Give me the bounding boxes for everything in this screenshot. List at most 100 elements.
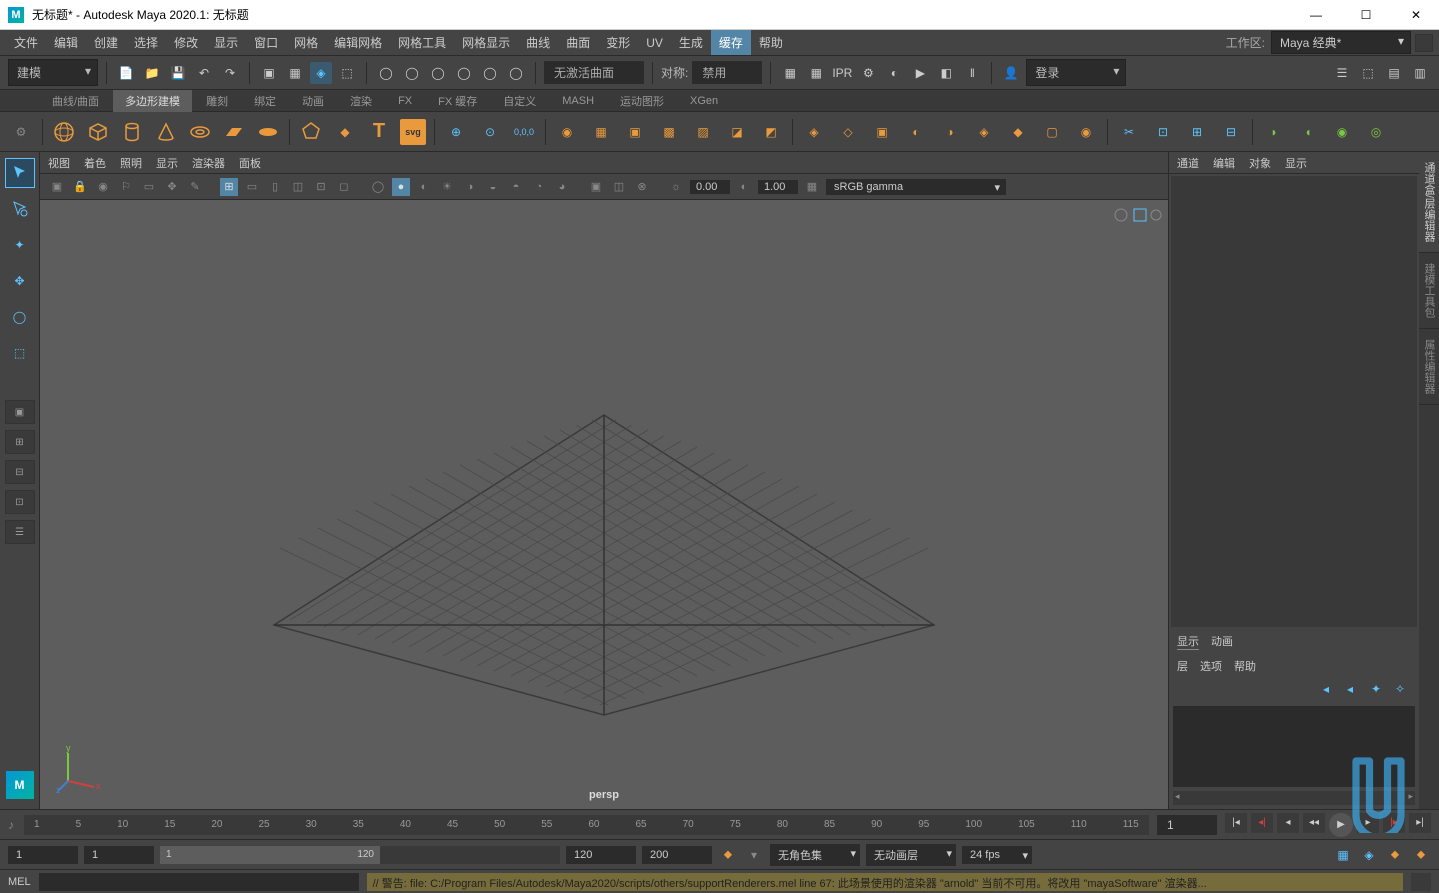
snap-curve-icon[interactable]: ◯ — [401, 62, 423, 84]
append-icon[interactable]: ◐ — [903, 119, 929, 145]
render-view-icon[interactable]: ◧ — [935, 62, 957, 84]
new-scene-icon[interactable]: 📄 — [115, 62, 137, 84]
audio-icon[interactable]: ♪ — [8, 818, 24, 832]
scale-tool[interactable]: ⬚ — [5, 338, 35, 368]
snap-together-icon[interactable]: ⊙ — [477, 119, 503, 145]
viewcube-icon[interactable] — [1112, 206, 1162, 224]
cb-object[interactable]: 对象 — [1249, 155, 1271, 171]
layer-scrollbar[interactable] — [1173, 791, 1415, 805]
node-editor-icon[interactable]: ▤ — [1383, 62, 1405, 84]
close-button[interactable]: ✕ — [1401, 8, 1431, 22]
vp-aa-icon[interactable]: ◔ — [530, 178, 548, 196]
set-key-icon[interactable]: ⬥ — [718, 845, 738, 865]
shelf-tab-motion[interactable]: 运动图形 — [608, 90, 676, 112]
cb-edit[interactable]: 编辑 — [1213, 155, 1235, 171]
svg-import-icon[interactable]: svg — [400, 119, 426, 145]
character-set-dropdown[interactable]: 无角色集 — [770, 844, 860, 866]
vp-grease-icon[interactable]: ✎ — [186, 178, 204, 196]
playblast-icon[interactable]: ▶ — [909, 62, 931, 84]
shelf-tab-rendering[interactable]: 渲染 — [338, 90, 384, 112]
anim-end-field[interactable]: 200 — [642, 846, 712, 864]
bridge-icon[interactable]: ▣ — [869, 119, 895, 145]
poly-cone-icon[interactable] — [153, 119, 179, 145]
layer-tab-anim[interactable]: 动画 — [1211, 633, 1233, 650]
shelf-tab-mash[interactable]: MASH — [550, 92, 606, 110]
snap-center-icon[interactable]: ◯ — [505, 62, 527, 84]
workspace-dropdown[interactable]: Maya 经典* — [1271, 31, 1411, 54]
render-seq-icon[interactable]: ▦ — [779, 62, 801, 84]
hypershade-icon[interactable]: ◐ — [883, 62, 905, 84]
fps-dropdown[interactable]: 24 fps — [962, 846, 1032, 864]
menu-generate[interactable]: 生成 — [671, 30, 711, 55]
layer-moveup-icon[interactable]: ◂ — [1323, 682, 1339, 698]
sculpt-brush3-icon[interactable]: ◉ — [1329, 119, 1355, 145]
menu-modify[interactable]: 修改 — [166, 30, 206, 55]
layer-menu-layer[interactable]: 层 — [1177, 658, 1188, 674]
layer-new-empty-icon[interactable]: ✦ — [1371, 682, 1387, 698]
vp-ao-icon[interactable]: ◒ — [484, 178, 502, 196]
save-scene-icon[interactable]: 💾 — [167, 62, 189, 84]
poke-icon[interactable]: ◈ — [971, 119, 997, 145]
vp-menu-panels[interactable]: 面板 — [239, 155, 261, 171]
maximize-button[interactable]: ☐ — [1351, 8, 1381, 22]
platonic-icon[interactable] — [298, 119, 324, 145]
quad-draw-icon[interactable]: ⊟ — [1218, 119, 1244, 145]
smooth-icon[interactable]: ▩ — [656, 119, 682, 145]
menu-display[interactable]: 显示 — [206, 30, 246, 55]
shelf-tab-xgen[interactable]: XGen — [678, 92, 730, 110]
select-tool[interactable] — [5, 158, 35, 188]
menu-surface[interactable]: 曲面 — [558, 30, 598, 55]
menu-file[interactable]: 文件 — [6, 30, 46, 55]
playback-pref1-icon[interactable]: ▦ — [1333, 845, 1353, 865]
play-back-icon[interactable]: ◂◂ — [1303, 813, 1325, 833]
vp-safe-action-icon[interactable]: ◻ — [335, 178, 353, 196]
cmd-input[interactable] — [39, 873, 359, 891]
vp-menu-show[interactable]: 显示 — [156, 155, 178, 171]
wedge-icon[interactable]: ◑ — [937, 119, 963, 145]
channelbox-content[interactable] — [1171, 176, 1417, 627]
account-icon[interactable]: 👤 — [1000, 62, 1022, 84]
menu-editmesh[interactable]: 编辑网格 — [326, 30, 390, 55]
viewport-3d[interactable]: y x z persp — [40, 200, 1168, 809]
multicut-icon[interactable]: ✂ — [1116, 119, 1142, 145]
redo-icon[interactable]: ↷ — [219, 62, 241, 84]
shelf-tab-fxcache[interactable]: FX 缓存 — [426, 90, 489, 112]
layer-movedown-icon[interactable]: ◂ — [1347, 682, 1363, 698]
vp-menu-view[interactable]: 视图 — [48, 155, 70, 171]
hypergraph-icon[interactable]: ▥ — [1409, 62, 1431, 84]
layer-menu-help[interactable]: 帮助 — [1234, 658, 1256, 674]
playback-pref3-icon[interactable]: ⬥ — [1385, 845, 1405, 865]
snap-point-icon[interactable]: ◯ — [427, 62, 449, 84]
menu-deform[interactable]: 变形 — [598, 30, 638, 55]
shelf-tab-polymodel[interactable]: 多边形建模 — [113, 90, 192, 112]
vp-gamma-icon[interactable]: ◐ — [735, 178, 753, 196]
layer-new-selected-icon[interactable]: ✧ — [1395, 682, 1411, 698]
step-back-key-icon[interactable]: ◂| — [1251, 813, 1273, 833]
separate-icon[interactable]: ▦ — [588, 119, 614, 145]
snap-plane-icon[interactable]: ◯ — [453, 62, 475, 84]
interactive-creation-icon[interactable]: ⊕ — [443, 119, 469, 145]
step-forward-icon[interactable]: ▸ — [1357, 813, 1379, 833]
vp-lights-icon[interactable]: ☀ — [438, 178, 456, 196]
cb-channels[interactable]: 通道 — [1177, 155, 1199, 171]
layout-custom2-icon[interactable]: ⊡ — [5, 490, 35, 514]
vp-bookmark-icon[interactable]: ⚐ — [117, 178, 135, 196]
bevel-icon[interactable]: ◇ — [835, 119, 861, 145]
vp-isolate-icon[interactable]: ▣ — [587, 178, 605, 196]
script-editor-icon[interactable] — [1411, 873, 1431, 891]
menu-create[interactable]: 创建 — [86, 30, 126, 55]
playback-pref2-icon[interactable]: ◈ — [1359, 845, 1379, 865]
vp-film-gate-icon[interactable]: ▭ — [243, 178, 261, 196]
shelf-tab-custom[interactable]: 自定义 — [491, 90, 548, 112]
lasso-tool[interactable] — [5, 194, 35, 224]
vp-gamma-value[interactable]: 1.00 — [758, 180, 798, 194]
anim-start-field[interactable]: 1 — [8, 846, 78, 864]
sculpt-brush1-icon[interactable]: ◗ — [1261, 119, 1287, 145]
vp-image-plane-icon[interactable]: ▭ — [140, 178, 158, 196]
sidetab-modeling-toolkit[interactable]: 建模工具包 — [1419, 253, 1439, 329]
layout-outliner-icon[interactable]: ☰ — [5, 520, 35, 544]
mode-dropdown[interactable]: 建模 — [8, 59, 98, 86]
extrude-icon[interactable]: ◈ — [801, 119, 827, 145]
vp-textured-icon[interactable]: ◐ — [415, 178, 433, 196]
menu-cache[interactable]: 缓存 — [711, 30, 751, 55]
